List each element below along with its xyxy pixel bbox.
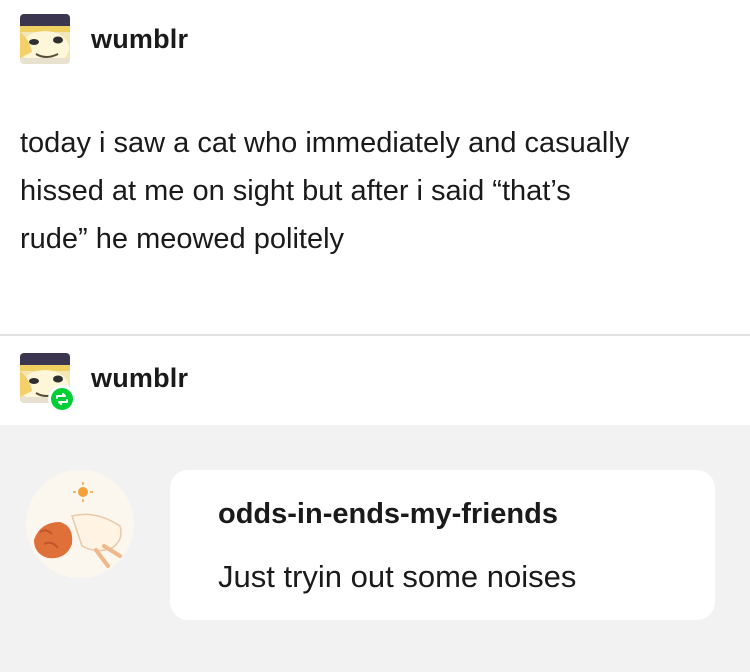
quoted-username[interactable]: odds-in-ends-my-friends: [218, 498, 558, 531]
reblog-header: wumblr: [20, 353, 188, 413]
reblog-avatar[interactable]: [20, 353, 76, 413]
post-body-line: today i saw a cat who immediately and ca…: [20, 127, 630, 159]
post-divider: [0, 334, 750, 336]
original-post: wumblr today i saw a cat who immediately…: [0, 0, 750, 334]
character-avatar-icon[interactable]: [20, 14, 70, 64]
post-username[interactable]: wumblr: [91, 24, 188, 55]
reblog-icon: [48, 385, 76, 413]
quoted-message-text: Just tryin out some noises: [218, 559, 577, 594]
sleeping-creature-avatar-icon[interactable]: [26, 470, 134, 578]
post-body: today i saw a cat who immediately and ca…: [20, 119, 720, 263]
post-header: wumblr: [20, 14, 188, 64]
reblog-username[interactable]: wumblr: [91, 363, 188, 394]
post-body-line: rude” he meowed politely: [20, 223, 345, 255]
quoted-message-bubble: odds-in-ends-my-friends Just tryin out s…: [170, 470, 715, 620]
post-body-line: hissed at me on sight but after i said “…: [20, 175, 571, 207]
